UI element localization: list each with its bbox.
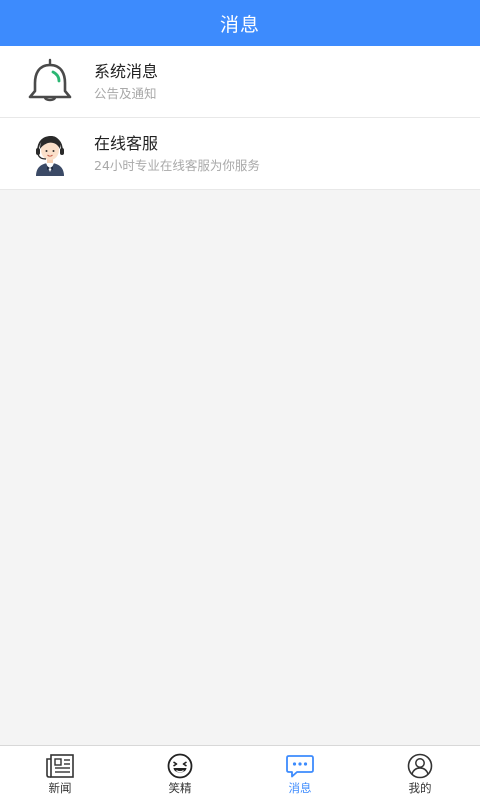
tab-label: 消息 <box>288 780 312 795</box>
list-item-subtitle: 公告及通知 <box>94 85 157 101</box>
list-item-system-messages[interactable]: 系统消息 公告及通知 <box>0 46 480 118</box>
tab-messages[interactable]: 消息 <box>240 746 360 800</box>
tab-label: 我的 <box>408 780 432 795</box>
chat-bubble-icon <box>284 752 316 780</box>
newspaper-icon <box>44 752 76 780</box>
tab-profile[interactable]: 我的 <box>360 746 480 800</box>
bell-icon <box>24 56 76 108</box>
tab-jokes[interactable]: 笑精 <box>120 746 240 800</box>
list-item-subtitle: 24小时专业在线客服为你服务 <box>94 157 260 173</box>
list-item-title: 系统消息 <box>94 61 159 81</box>
customer-service-agent-icon <box>24 128 76 180</box>
message-list: 系统消息 公告及通知 在线客服 24小时专业在线客服为你服务 <box>0 46 480 190</box>
tab-news[interactable]: 新闻 <box>0 746 120 800</box>
page-title: 消息 <box>219 13 260 36</box>
list-item-online-service[interactable]: 在线客服 24小时专业在线客服为你服务 <box>0 118 480 190</box>
app-header: 消息 <box>0 0 480 46</box>
list-item-title: 在线客服 <box>94 133 159 153</box>
tab-label: 新闻 <box>48 780 72 795</box>
bottom-tab-bar: 新闻 笑精 消息 我的 <box>0 745 480 800</box>
laughing-face-icon <box>164 752 196 780</box>
tab-label: 笑精 <box>168 780 192 795</box>
user-profile-icon <box>404 752 436 780</box>
